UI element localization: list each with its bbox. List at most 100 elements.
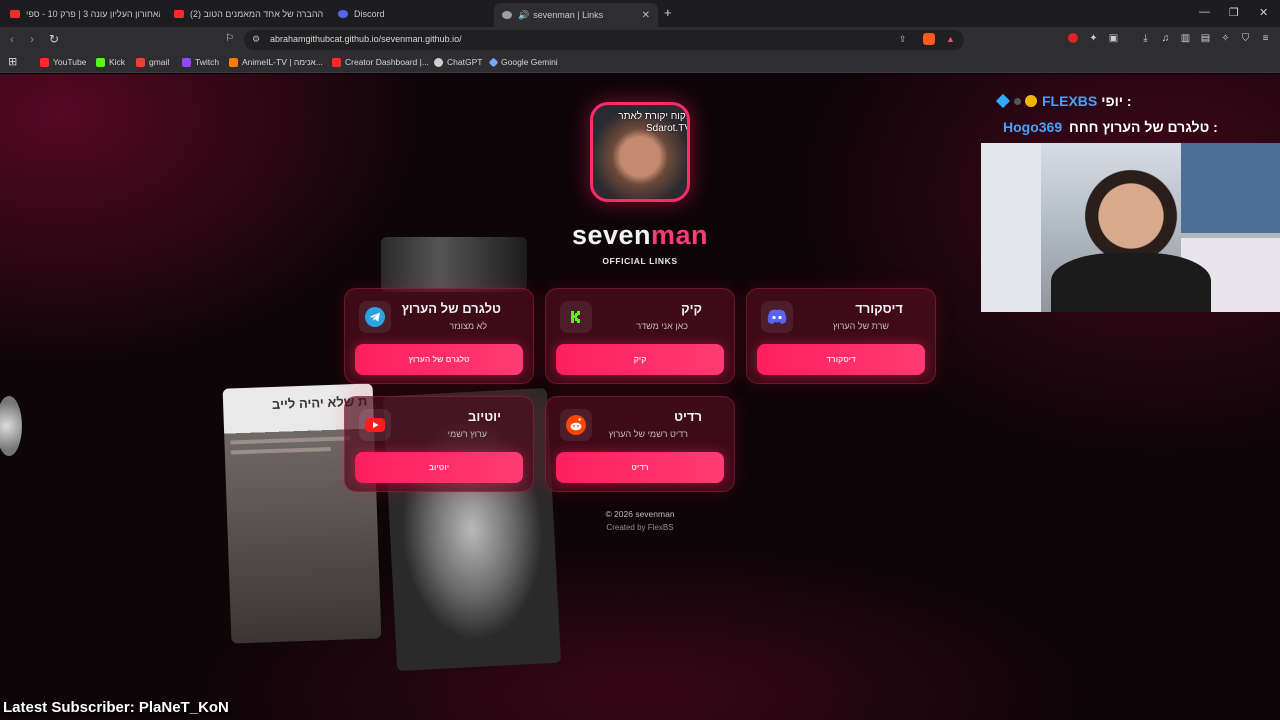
webcam-shirt bbox=[1051, 253, 1211, 312]
kick-icon bbox=[560, 301, 592, 333]
card-desc: לא מצונזר bbox=[449, 321, 487, 331]
card-title: יוטיוב bbox=[468, 409, 501, 424]
bookmark-kick[interactable]: Kick bbox=[96, 57, 125, 67]
bookmark-chatgpt[interactable]: ChatGPT bbox=[434, 57, 482, 67]
chat-message-1: FLEXBS : יופי bbox=[995, 92, 1143, 110]
reload-icon[interactable]: ↻ bbox=[49, 32, 59, 46]
bookmarks-bar: ⊞ YouTube Kick gmail Twitch AnimeIL-TV |… bbox=[0, 53, 1280, 73]
chat-username: Hogo369 bbox=[1003, 119, 1063, 135]
tab-1[interactable]: האחורון העליון עונה 3 | פרק 10 - ספי... bbox=[10, 4, 160, 24]
bookmark-label: Creator Dashboard |... bbox=[345, 57, 429, 67]
avatar-caption: לקוח יקורת לאתר Sdarot.TV bbox=[618, 111, 690, 134]
kick-button[interactable]: קיק bbox=[556, 344, 724, 375]
close-tab-icon[interactable]: ✕ bbox=[642, 10, 650, 21]
globe-icon bbox=[502, 11, 512, 19]
leo-ai-icon[interactable]: ✧ bbox=[1220, 33, 1231, 44]
photo-line bbox=[230, 436, 351, 445]
bookmark-label: YouTube bbox=[53, 57, 87, 67]
card-title: רדיט bbox=[674, 409, 702, 424]
restore-icon[interactable]: ❐ bbox=[1229, 6, 1239, 19]
speaker-icon: 🔊 bbox=[518, 9, 530, 20]
animeil-icon bbox=[229, 57, 238, 67]
discord-icon bbox=[761, 301, 793, 333]
card-reddit: רדיט רדיט רשמי של הערוץ רדיט bbox=[545, 396, 735, 492]
chat-message-2: Hogo369 : טלגרם של הערוץ חחח bbox=[1003, 119, 1218, 135]
kick-icon bbox=[96, 57, 105, 67]
page-subtitle: OFFICIAL LINKS bbox=[602, 256, 678, 266]
chat-text: : טלגרם של הערוץ חחח bbox=[1069, 119, 1218, 135]
bookmark-label: Kick bbox=[109, 57, 126, 67]
bookmark-twitch[interactable]: Twitch bbox=[182, 57, 219, 67]
card-title: דיסקורד bbox=[855, 301, 903, 316]
photo-line bbox=[230, 446, 331, 455]
telegram-icon bbox=[359, 301, 391, 333]
music-icon[interactable]: ♫ bbox=[1160, 33, 1171, 44]
reddit-icon bbox=[560, 409, 592, 441]
bookmark-youtube[interactable]: YouTube bbox=[40, 57, 86, 67]
brave-shield-icon[interactable] bbox=[923, 33, 935, 45]
tab-3[interactable]: Discord bbox=[338, 4, 488, 24]
bookmark-gmail[interactable]: gmail bbox=[136, 57, 169, 67]
card-desc: רדיט רשמי של הערוץ bbox=[608, 429, 688, 439]
card-desc: ערוץ רשמי bbox=[447, 429, 487, 439]
bookmark-animeil[interactable]: AnimeIL-TV | אנימה... bbox=[229, 57, 323, 67]
apps-grid-icon[interactable]: ⊞ bbox=[8, 55, 17, 68]
profile-avatar: לקוח יקורת לאתר Sdarot.TV bbox=[590, 102, 690, 202]
address-bar[interactable]: ⚙ abrahamgithubcat.github.io/sevenman.gi… bbox=[244, 30, 964, 50]
bookmark-label: AnimeIL-TV | אנימה... bbox=[242, 57, 323, 67]
footer-copyright: © 2026 sevenman bbox=[605, 509, 675, 519]
browser-toolbar: ‹ › ↻ ⚐ ⚙ abrahamgithubcat.github.io/sev… bbox=[0, 27, 1280, 53]
forward-icon[interactable]: › bbox=[30, 32, 34, 46]
telegram-button[interactable]: טלגרם של הערוץ bbox=[355, 344, 523, 375]
youtube-icon bbox=[332, 57, 341, 67]
tab-active[interactable]: 🔊 sevenman | Links ✕ bbox=[494, 3, 658, 27]
bookmark-label: gmail bbox=[149, 57, 170, 67]
tab-title: (2) זו ההברה של אחד המאמנים הטוב... bbox=[190, 9, 324, 19]
site-settings-icon[interactable]: ⚙ bbox=[252, 34, 260, 45]
extensions-icon[interactable]: ✦ bbox=[1088, 33, 1099, 44]
gemini-icon bbox=[488, 57, 499, 67]
card-desc: שרת של הערוץ bbox=[832, 321, 889, 331]
card-title: קיק bbox=[681, 301, 702, 316]
sidebar-icon[interactable]: ▥ bbox=[1180, 33, 1191, 44]
bookmark-label: Twitch bbox=[195, 57, 220, 67]
record-icon[interactable] bbox=[1068, 33, 1078, 43]
share-icon[interactable]: ⇪ bbox=[899, 34, 907, 45]
tab-2[interactable]: (2) זו ההברה של אחד המאמנים הטוב... bbox=[174, 4, 324, 24]
webcam-feed bbox=[981, 143, 1280, 312]
floating-photo-edge bbox=[0, 396, 22, 456]
gmail-icon bbox=[136, 57, 145, 67]
youtube-icon bbox=[359, 409, 391, 441]
card-title: טלגרם של הערוץ bbox=[401, 301, 501, 316]
close-window-icon[interactable]: ✕ bbox=[1259, 6, 1268, 19]
webcam-wall bbox=[981, 143, 1041, 312]
wallet-icon[interactable]: ▤ bbox=[1200, 33, 1211, 44]
chat-text: : יופי bbox=[1101, 93, 1132, 109]
diamond-badge-icon bbox=[995, 93, 1011, 109]
discord-button[interactable]: דיסקורד bbox=[757, 344, 925, 375]
card-youtube: יוטיוב ערוץ רשמי יוטיוב bbox=[344, 396, 534, 492]
tab-title: Discord bbox=[354, 9, 385, 19]
tab-title: sevenman | Links bbox=[533, 10, 604, 20]
page-title: sevenman bbox=[520, 220, 760, 251]
bookmark-creator-dashboard[interactable]: Creator Dashboard |... bbox=[332, 57, 429, 67]
tabs-icon[interactable]: ▣ bbox=[1108, 33, 1119, 44]
vpn-icon[interactable]: ⛉ bbox=[1240, 33, 1251, 44]
bookmark-gemini[interactable]: Google Gemini bbox=[488, 57, 558, 67]
latest-subscriber: Latest Subscriber: PlaNeT_KoN bbox=[3, 699, 229, 716]
menu-icon[interactable]: ≡ bbox=[1260, 33, 1271, 44]
chat-username: FLEXBS bbox=[1042, 93, 1098, 109]
new-tab-button[interactable]: + bbox=[664, 5, 672, 20]
brave-rewards-icon[interactable]: ▲ bbox=[946, 34, 955, 44]
webcam-background bbox=[1181, 143, 1280, 233]
reddit-button[interactable]: רדיט bbox=[556, 452, 724, 483]
youtube-icon bbox=[10, 10, 20, 18]
youtube-icon bbox=[174, 10, 184, 18]
minimize-icon[interactable]: — bbox=[1199, 6, 1210, 18]
youtube-button[interactable]: יוטיוב bbox=[355, 452, 523, 483]
download-icon[interactable]: ⤓ bbox=[1140, 33, 1151, 44]
bookmark-icon[interactable]: ⚐ bbox=[224, 33, 235, 44]
back-icon[interactable]: ‹ bbox=[10, 32, 14, 46]
footer-credit: Created by FlexBS bbox=[606, 523, 674, 532]
bookmark-label: Google Gemini bbox=[501, 57, 558, 67]
